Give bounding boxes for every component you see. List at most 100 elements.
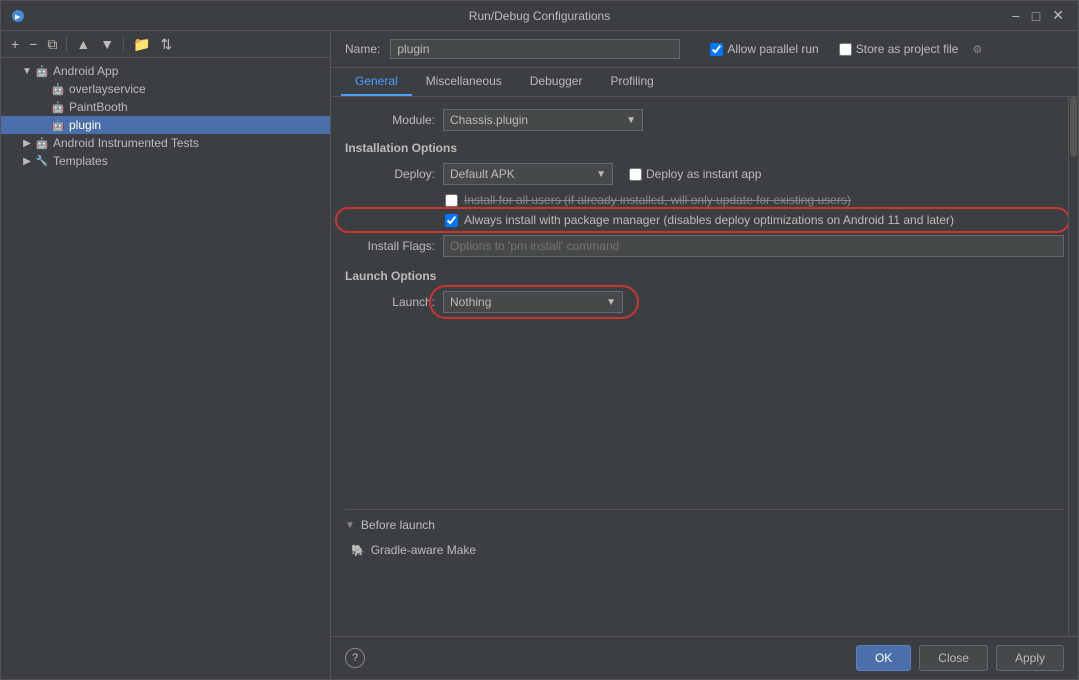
help-button[interactable]: ? <box>345 648 365 668</box>
dialog-title: Run/Debug Configurations <box>469 9 610 23</box>
android-icon-3: 🤖 <box>51 100 65 114</box>
tab-profiling[interactable]: Profiling <box>596 68 667 96</box>
separator <box>66 36 67 52</box>
separator-2 <box>123 36 124 52</box>
tabs-bar: General Miscellaneous Debugger Profiling <box>331 68 1078 97</box>
launch-label: Launch: <box>345 295 435 309</box>
module-value: Chassis.plugin <box>450 113 528 127</box>
install-flags-label: Install Flags: <box>345 239 435 253</box>
chevron-down-icon-3: ▼ <box>606 297 616 308</box>
install-all-users-checkbox[interactable] <box>445 194 458 207</box>
tree-templates[interactable]: ▶ 🔧 Templates <box>1 152 330 170</box>
tree-android-app[interactable]: ▼ 🤖 Android App <box>1 62 330 80</box>
launch-options-section: Launch Options <box>345 269 1064 283</box>
always-install-checkbox[interactable] <box>445 214 458 227</box>
right-header: Name: Allow parallel run Store as projec… <box>331 31 1078 68</box>
move-up-button[interactable]: ▲ <box>72 35 94 53</box>
name-label: Name: <box>345 42 380 56</box>
add-configuration-button[interactable]: + <box>7 35 23 53</box>
android-tests-label: Android Instrumented Tests <box>53 136 199 150</box>
deploy-row: Deploy: Default APK ▼ Deploy as instant … <box>345 163 1064 185</box>
store-label: Store as project file <box>839 42 959 56</box>
app-icon: ▶ <box>11 9 25 23</box>
expand-arrow-2: ▶ <box>21 155 33 167</box>
launch-dropdown[interactable]: Nothing ▼ <box>443 291 623 313</box>
installation-options-label: Installation Options <box>345 141 457 155</box>
before-launch-section: ▼ Before launch 🐘 Gradle-aware Make <box>345 509 1064 560</box>
title-bar-left: ▶ <box>11 9 25 23</box>
scrollbar-thumb[interactable] <box>1070 97 1077 157</box>
minimize-button[interactable]: − <box>1008 7 1024 24</box>
content-area: + − ⧉ ▲ ▼ 📁 ⇅ ▼ 🤖 Android App � <box>1 31 1078 679</box>
ok-button[interactable]: OK <box>856 645 911 671</box>
left-panel: + − ⧉ ▲ ▼ 📁 ⇅ ▼ 🤖 Android App � <box>1 31 331 679</box>
chevron-down-icon-2: ▼ <box>596 169 606 180</box>
move-down-button[interactable]: ▼ <box>96 35 118 53</box>
before-launch-header: ▼ Before launch <box>345 518 1064 532</box>
gradle-make-item: 🐘 Gradle-aware Make <box>345 540 1064 560</box>
leaf-spacer-3 <box>37 119 49 131</box>
always-install-label: Always install with package manager (dis… <box>464 213 954 227</box>
android-icon: 🤖 <box>35 64 49 78</box>
install-flags-row: Install Flags: <box>345 235 1064 257</box>
plugin-label: plugin <box>69 118 101 132</box>
deploy-dropdown[interactable]: Default APK ▼ <box>443 163 613 185</box>
instant-app-label: Deploy as instant app <box>646 167 761 181</box>
main-scroll: Module: Chassis.plugin ▼ Installation Op… <box>331 97 1078 636</box>
module-label: Module: <box>345 113 435 127</box>
parallel-run-label: Allow parallel run <box>710 42 818 56</box>
leaf-spacer <box>37 83 49 95</box>
scrollbar-track <box>1068 97 1078 636</box>
tree-android-tests[interactable]: ▶ 🤖 Android Instrumented Tests <box>1 134 330 152</box>
tree-paintbooth[interactable]: 🤖 PaintBooth <box>1 98 330 116</box>
chevron-down-icon: ▼ <box>626 115 636 126</box>
remove-configuration-button[interactable]: − <box>25 35 41 53</box>
module-dropdown[interactable]: Chassis.plugin ▼ <box>443 109 643 131</box>
spacer <box>345 321 1064 501</box>
tree-area: ▼ 🤖 Android App 🤖 overlayservice 🤖 Paint… <box>1 58 330 679</box>
svg-text:▶: ▶ <box>15 14 21 21</box>
launch-options-label: Launch Options <box>345 269 436 283</box>
gear-icon[interactable]: ⚙ <box>972 43 982 56</box>
deploy-label: Deploy: <box>345 167 435 181</box>
install-flags-input[interactable] <box>443 235 1064 257</box>
android-icon-5: 🤖 <box>35 136 49 150</box>
instant-app-checkbox[interactable] <box>629 168 642 181</box>
left-toolbar: + − ⧉ ▲ ▼ 📁 ⇅ <box>1 31 330 58</box>
store-checkbox[interactable] <box>839 43 852 56</box>
copy-configuration-button[interactable]: ⧉ <box>43 35 61 53</box>
close-window-button[interactable]: ✕ <box>1048 7 1068 24</box>
sort-button[interactable]: ⇅ <box>157 35 177 53</box>
tab-general[interactable]: General <box>341 68 412 96</box>
tree-plugin[interactable]: 🤖 plugin <box>1 116 330 134</box>
always-install-row: Always install with package manager (dis… <box>345 213 1064 227</box>
name-input[interactable] <box>390 39 680 59</box>
templates-label: Templates <box>53 154 108 168</box>
before-launch-label: Before launch <box>361 518 435 532</box>
collapse-arrow: ▼ <box>21 65 33 77</box>
install-all-users-row: Install for all users (if already instal… <box>345 193 1064 207</box>
leaf-spacer-2 <box>37 101 49 113</box>
paintbooth-label: PaintBooth <box>69 100 128 114</box>
overlayservice-label: overlayservice <box>69 82 146 96</box>
title-bar: ▶ Run/Debug Configurations − □ ✕ <box>1 1 1078 31</box>
collapse-icon[interactable]: ▼ <box>345 520 355 531</box>
tree-overlayservice[interactable]: 🤖 overlayservice <box>1 80 330 98</box>
android-icon-2: 🤖 <box>51 82 65 96</box>
tab-debugger[interactable]: Debugger <box>516 68 597 96</box>
gradle-make-label: Gradle-aware Make <box>371 543 476 557</box>
install-all-users-label: Install for all users (if already instal… <box>464 193 851 207</box>
bottom-right: OK Close Apply <box>856 645 1064 671</box>
parallel-run-checkbox[interactable] <box>710 43 723 56</box>
tab-miscellaneous[interactable]: Miscellaneous <box>412 68 516 96</box>
android-app-label: Android App <box>53 64 118 78</box>
bottom-left: ? <box>345 648 365 668</box>
apply-button[interactable]: Apply <box>996 645 1064 671</box>
right-panel: Name: Allow parallel run Store as projec… <box>331 31 1078 679</box>
maximize-button[interactable]: □ <box>1028 7 1044 24</box>
deploy-value: Default APK <box>450 167 515 181</box>
wrench-icon: 🔧 <box>35 154 49 168</box>
main-content: Module: Chassis.plugin ▼ Installation Op… <box>331 97 1078 572</box>
close-button[interactable]: Close <box>919 645 988 671</box>
folder-button[interactable]: 📁 <box>129 35 154 53</box>
